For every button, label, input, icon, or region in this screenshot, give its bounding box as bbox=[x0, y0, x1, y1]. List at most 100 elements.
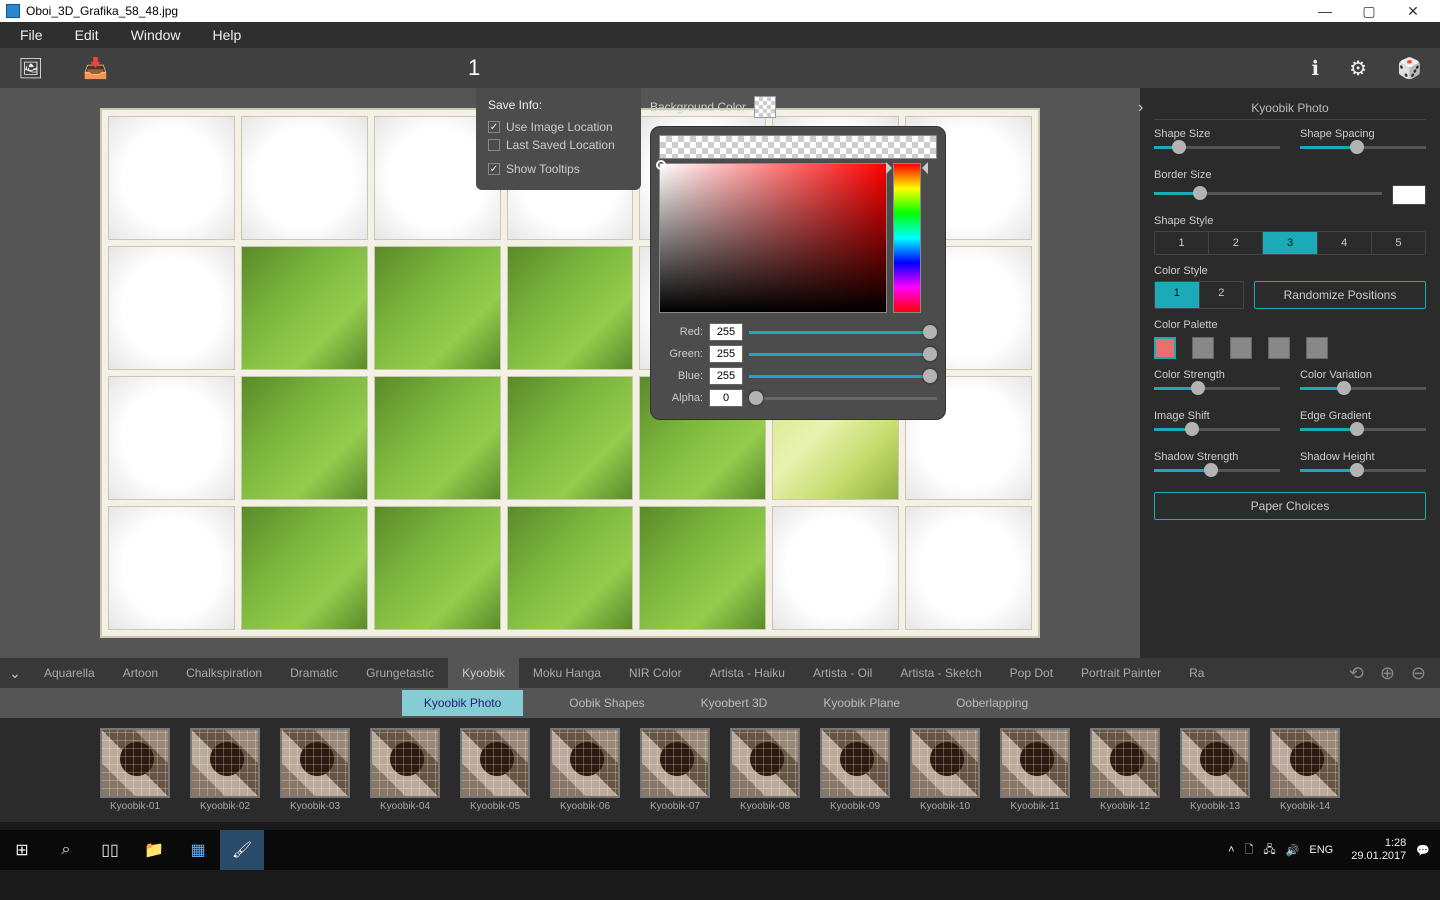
palette-swatch-1[interactable] bbox=[1154, 337, 1176, 359]
shape-style-3[interactable]: 3 bbox=[1263, 232, 1317, 254]
color-strength-slider[interactable] bbox=[1154, 387, 1280, 390]
blue-slider[interactable] bbox=[749, 375, 937, 378]
preset-item[interactable]: Kyoobik-02 bbox=[186, 728, 264, 812]
tray-clock[interactable]: 1:28 29.01.2017 bbox=[1351, 837, 1406, 863]
red-input[interactable] bbox=[709, 323, 743, 341]
palette-swatch-3[interactable] bbox=[1230, 337, 1252, 359]
color-style-2[interactable]: 2 bbox=[1200, 282, 1244, 308]
filter-artista-haiku[interactable]: Artista - Haiku bbox=[696, 658, 799, 688]
filter-portrait-painter[interactable]: Portrait Painter bbox=[1067, 658, 1175, 688]
filter-ra[interactable]: Ra bbox=[1175, 658, 1218, 688]
preset-item[interactable]: Kyoobik-06 bbox=[546, 728, 624, 812]
filter-moku-hanga[interactable]: Moku Hanga bbox=[519, 658, 615, 688]
shadow-height-slider[interactable] bbox=[1300, 469, 1426, 472]
paper-choices-button[interactable]: Paper Choices bbox=[1154, 492, 1426, 520]
help-icon[interactable]: ℹ bbox=[1312, 56, 1320, 81]
shape-style-1[interactable]: 1 bbox=[1155, 232, 1209, 254]
filter-pop-dot[interactable]: Pop Dot bbox=[996, 658, 1067, 688]
filter-nir-color[interactable]: NIR Color bbox=[615, 658, 696, 688]
settings-icon[interactable]: ⚙ bbox=[1349, 56, 1367, 81]
color-variation-slider[interactable] bbox=[1300, 387, 1426, 390]
preset-item[interactable]: Kyoobik-14 bbox=[1266, 728, 1344, 812]
filter-grungetastic[interactable]: Grungetastic bbox=[352, 658, 448, 688]
blue-input[interactable] bbox=[709, 367, 743, 385]
tray-network-icon[interactable]: 🖧 bbox=[1263, 841, 1275, 860]
last-saved-location-checkbox[interactable] bbox=[488, 139, 500, 151]
preset-item[interactable]: Kyoobik-08 bbox=[726, 728, 804, 812]
menu-file[interactable]: File bbox=[8, 23, 55, 47]
filter-artista-sketch[interactable]: Artista - Sketch bbox=[886, 658, 995, 688]
open-image-icon[interactable]: 🖼 bbox=[18, 56, 43, 81]
edge-gradient-slider[interactable] bbox=[1300, 428, 1426, 431]
image-shift-slider[interactable] bbox=[1154, 428, 1280, 431]
filter-artista-oil[interactable]: Artista - Oil bbox=[799, 658, 886, 688]
preset-item[interactable]: Kyoobik-12 bbox=[1086, 728, 1164, 812]
tray-chevron-icon[interactable]: ˄ bbox=[1228, 844, 1234, 856]
subfilter-kyoobert-3d[interactable]: Kyoobert 3D bbox=[691, 692, 778, 714]
filter-aquarella[interactable]: Aquarella bbox=[30, 658, 109, 688]
filter-artoon[interactable]: Artoon bbox=[109, 658, 172, 688]
randomize-positions-button[interactable]: Randomize Positions bbox=[1254, 281, 1426, 309]
subfilter-kyoobik-photo[interactable]: Kyoobik Photo bbox=[402, 690, 523, 716]
totalcmd-icon[interactable]: ▦ bbox=[176, 830, 220, 870]
palette-swatch-5[interactable] bbox=[1306, 337, 1328, 359]
expand-icon[interactable]: ⌄ bbox=[0, 665, 30, 682]
preset-item[interactable]: Kyoobik-09 bbox=[816, 728, 894, 812]
alpha-slider[interactable] bbox=[749, 397, 937, 400]
green-slider[interactable] bbox=[749, 353, 937, 356]
explorer-icon[interactable]: 📁 bbox=[132, 830, 176, 870]
shadow-strength-slider[interactable] bbox=[1154, 469, 1280, 472]
menu-edit[interactable]: Edit bbox=[63, 23, 111, 47]
hue-slider[interactable] bbox=[893, 163, 921, 313]
preset-item[interactable]: Kyoobik-01 bbox=[96, 728, 174, 812]
border-color-swatch[interactable] bbox=[1392, 185, 1426, 205]
search-button[interactable]: ⌕ bbox=[44, 830, 88, 870]
minimize-button[interactable]: — bbox=[1312, 3, 1338, 20]
shape-spacing-slider[interactable] bbox=[1300, 146, 1426, 149]
preset-item[interactable]: Kyoobik-07 bbox=[636, 728, 714, 812]
dice-icon[interactable]: 🎲 bbox=[1397, 56, 1422, 81]
menu-window[interactable]: Window bbox=[119, 23, 193, 47]
palette-swatch-4[interactable] bbox=[1268, 337, 1290, 359]
shape-size-slider[interactable] bbox=[1154, 146, 1280, 149]
shape-style-4[interactable]: 4 bbox=[1318, 232, 1372, 254]
reset-icon[interactable]: ⟲ bbox=[1349, 663, 1364, 684]
tray-battery-icon[interactable]: 🗋 bbox=[1245, 841, 1254, 860]
menu-help[interactable]: Help bbox=[200, 23, 253, 47]
tray-notifications-icon[interactable]: 💬 bbox=[1416, 844, 1430, 857]
palette-swatch-2[interactable] bbox=[1192, 337, 1214, 359]
filter-dramatic[interactable]: Dramatic bbox=[276, 658, 352, 688]
preset-item[interactable]: Kyoobik-04 bbox=[366, 728, 444, 812]
subfilter-oobik-shapes[interactable]: Oobik Shapes bbox=[559, 692, 654, 714]
red-slider[interactable] bbox=[749, 331, 937, 334]
shape-style-5[interactable]: 5 bbox=[1372, 232, 1425, 254]
panel-collapse-icon[interactable]: › bbox=[1138, 99, 1143, 117]
tray-lang[interactable]: ENG bbox=[1309, 844, 1333, 856]
close-button[interactable]: ✕ bbox=[1400, 3, 1426, 20]
taskview-button[interactable]: ▯▯ bbox=[88, 830, 132, 870]
remove-icon[interactable]: ⊖ bbox=[1411, 663, 1426, 684]
maximize-button[interactable]: ▢ bbox=[1356, 3, 1382, 20]
border-size-slider[interactable] bbox=[1154, 192, 1382, 195]
preset-item[interactable]: Kyoobik-11 bbox=[996, 728, 1074, 812]
shape-style-2[interactable]: 2 bbox=[1209, 232, 1263, 254]
filter-chalkspiration[interactable]: Chalkspiration bbox=[172, 658, 276, 688]
preset-item[interactable]: Kyoobik-03 bbox=[276, 728, 354, 812]
preset-item[interactable]: Kyoobik-05 bbox=[456, 728, 534, 812]
color-style-1[interactable]: 1 bbox=[1155, 282, 1200, 308]
app-taskbar-icon[interactable]: 🖌 bbox=[220, 830, 264, 870]
use-image-location-checkbox[interactable] bbox=[488, 121, 500, 133]
subfilter-ooberlapping[interactable]: Ooberlapping bbox=[946, 692, 1038, 714]
filter-kyoobik[interactable]: Kyoobik bbox=[448, 658, 519, 688]
import-icon[interactable]: 📥 bbox=[83, 56, 108, 81]
subfilter-kyoobik-plane[interactable]: Kyoobik Plane bbox=[813, 692, 910, 714]
bg-color-swatch[interactable] bbox=[754, 96, 776, 118]
preset-item[interactable]: Kyoobik-10 bbox=[906, 728, 984, 812]
tray-sound-icon[interactable]: 🔊 bbox=[1286, 844, 1300, 857]
start-button[interactable]: ⊞ bbox=[0, 830, 44, 870]
green-input[interactable] bbox=[709, 345, 743, 363]
show-tooltips-checkbox[interactable] bbox=[488, 163, 500, 175]
add-icon[interactable]: ⊕ bbox=[1380, 663, 1395, 684]
saturation-value-picker[interactable] bbox=[659, 163, 887, 313]
alpha-input[interactable] bbox=[709, 389, 743, 407]
